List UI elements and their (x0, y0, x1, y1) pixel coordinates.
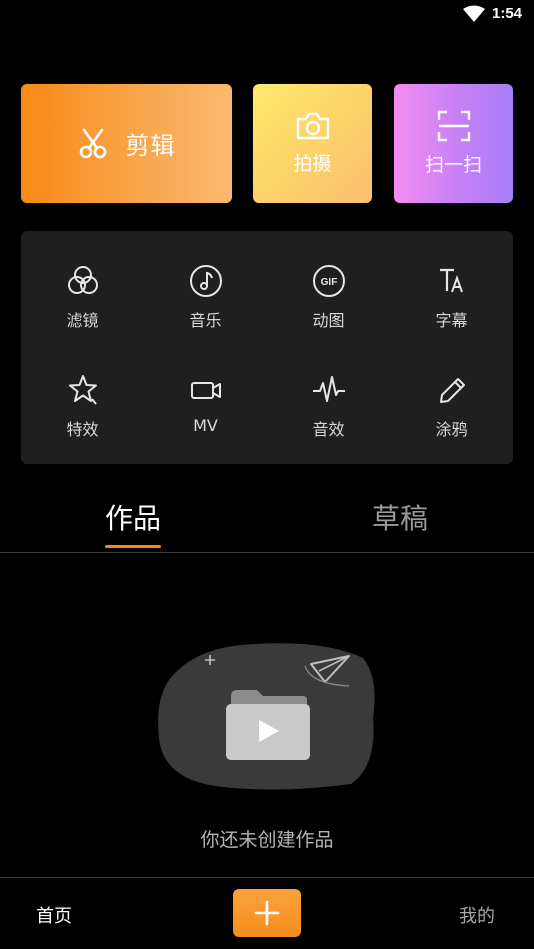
camera-icon (296, 112, 329, 140)
tool-label: 滤镜 (66, 311, 99, 330)
tool-label: 动图 (312, 311, 345, 330)
status-time: 1:54 (492, 5, 523, 22)
shoot-button[interactable]: 拍摄 (253, 84, 372, 203)
gif-icon: GIF (311, 263, 347, 299)
bottom-nav-divider (0, 877, 534, 878)
plus-icon (254, 900, 280, 926)
sound-wave-icon (311, 372, 347, 408)
pencil-icon (434, 372, 470, 408)
filter-icon (65, 263, 101, 299)
shoot-label: 拍摄 (293, 153, 332, 175)
tool-label: 音乐 (189, 311, 222, 330)
subtitle-icon (434, 263, 470, 299)
tool-label: 涂鸦 (435, 420, 468, 439)
tool-label: 音效 (312, 420, 345, 439)
tool-label: 字幕 (435, 311, 468, 330)
edit-label: 剪辑 (125, 132, 176, 160)
tools-panel: 滤镜 音乐 GIF 动图 字幕 特效 MV 音效 涂鸦 (21, 231, 513, 464)
music-icon (188, 263, 224, 299)
tool-mv[interactable]: MV (144, 345, 267, 445)
nav-mine[interactable]: 我的 (459, 902, 495, 928)
nav-home[interactable]: 首页 (36, 902, 72, 928)
status-bar: 1:54 (0, 0, 534, 30)
scissors-icon (79, 128, 106, 158)
tool-music[interactable]: 音乐 (144, 236, 267, 336)
edit-button[interactable]: 剪辑 (21, 84, 232, 203)
mv-camera-icon (188, 372, 224, 408)
tool-label: MV (193, 416, 218, 435)
empty-folder-illustration (158, 643, 375, 790)
tool-sound[interactable]: 音效 (267, 345, 390, 445)
tab-works[interactable]: 作品 (105, 497, 161, 537)
tool-doodle[interactable]: 涂鸦 (390, 345, 513, 445)
scan-icon (437, 110, 470, 142)
tab-drafts[interactable]: 草稿 (372, 497, 428, 537)
empty-state-message: 你还未创建作品 (200, 829, 334, 851)
scan-button[interactable]: 扫一扫 (394, 84, 513, 203)
add-button[interactable] (233, 889, 301, 937)
tab-indicator (105, 545, 161, 548)
tool-label: 特效 (66, 420, 99, 439)
svg-text:GIF: GIF (320, 277, 337, 288)
tool-gif[interactable]: GIF 动图 (267, 236, 390, 336)
tabs-divider (0, 552, 534, 553)
effects-icon (65, 372, 101, 408)
tool-filter[interactable]: 滤镜 (21, 236, 144, 336)
tool-subtitle[interactable]: 字幕 (390, 236, 513, 336)
scan-label: 扫一扫 (424, 154, 482, 176)
wifi-icon (463, 5, 485, 22)
tool-effects[interactable]: 特效 (21, 345, 144, 445)
